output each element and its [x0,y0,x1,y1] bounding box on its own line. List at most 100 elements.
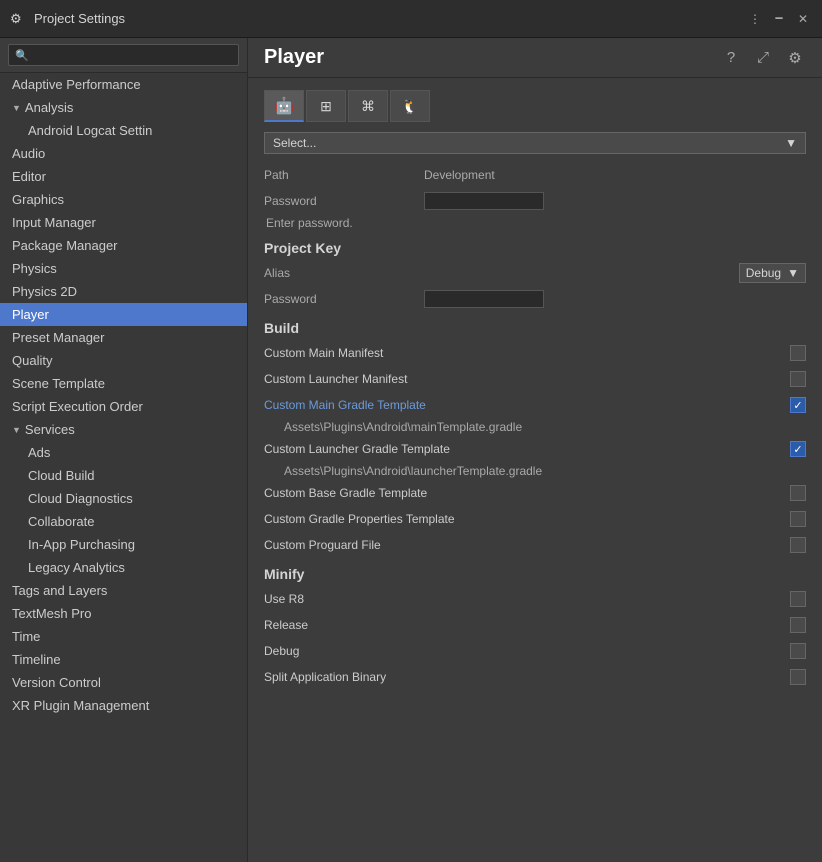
build-item-checkbox[interactable] [790,537,806,553]
select-row: Select... ▼ [264,132,806,154]
sidebar-list: Adaptive Performance ▼AnalysisAndroid Log… [0,73,247,862]
search-input-wrap[interactable]: 🔍 [8,44,239,66]
sidebar-item-physics-2d[interactable]: Physics 2D [0,280,247,303]
sidebar-item-label: Graphics [12,192,64,207]
sidebar-item-label: Editor [12,169,46,184]
platform-tab-android[interactable]: 🤖 [264,90,304,122]
sidebar-item-android-logcat[interactable]: Android Logcat Settin [0,119,247,142]
build-item-checkbox[interactable] [790,511,806,527]
sidebar-item-version-control[interactable]: Version Control [0,671,247,694]
sidebar-item-cloud-diagnostics[interactable]: Cloud Diagnostics [0,487,247,510]
build-item-label: Custom Base Gradle Template [264,486,790,500]
sidebar-item-label: In-App Purchasing [28,537,135,552]
sidebar-item-services[interactable]: ▼Services [0,418,247,441]
sidebar-item-label: Tags and Layers [12,583,107,598]
layout-icon[interactable]: ⤢ [752,47,774,69]
minify-item-row: Debug [264,640,806,662]
sidebar-item-label: Physics [12,261,57,276]
password-label: Password [264,194,424,208]
sidebar-item-cloud-build[interactable]: Cloud Build [0,464,247,487]
build-item-path: Assets\Plugins\Android\mainTemplate.grad… [264,420,806,434]
split-app-label: Split Application Binary [264,670,790,684]
linux-icon: 🐧 [401,98,418,115]
password2-input[interactable] [424,290,544,308]
build-item-label: Custom Proguard File [264,538,790,552]
minify-item-checkbox[interactable] [790,617,806,633]
build-item-checkbox[interactable] [790,485,806,501]
sidebar-item-player[interactable]: Player [0,303,247,326]
sidebar-item-label: Package Manager [12,238,118,253]
sidebar-item-label: Script Execution Order [12,399,143,414]
sidebar-item-label: Physics 2D [12,284,77,299]
sidebar-item-xr-plugin-management[interactable]: XR Plugin Management [0,694,247,717]
sidebar-item-in-app-purchasing[interactable]: In-App Purchasing [0,533,247,556]
password-row: Password [264,190,806,212]
platform-tab-linux[interactable]: 🐧 [390,90,430,122]
build-item-checkbox[interactable]: ✓ [790,397,806,413]
platform-tab-mac[interactable]: ⌘ [348,90,388,122]
header-icons: ? ⤢ ⚙ [720,47,806,69]
sidebar-item-package-manager[interactable]: Package Manager [0,234,247,257]
build-item-checkbox[interactable]: ✓ [790,441,806,457]
minify-items-container: Use R8ReleaseDebug [264,588,806,662]
sidebar-item-ads[interactable]: Ads [0,441,247,464]
build-item-checkbox[interactable] [790,371,806,387]
select-dropdown[interactable]: Select... ▼ [264,132,806,154]
app-icon: ⚙ [10,11,26,27]
build-item-label: Custom Gradle Properties Template [264,512,790,526]
build-item-label: Custom Launcher Manifest [264,372,790,386]
sidebar-item-editor[interactable]: Editor [0,165,247,188]
password2-label: Password [264,292,424,306]
minify-section: Minify [264,566,806,582]
sidebar-item-label: Time [12,629,40,644]
title-bar: ⚙ Project Settings ⋮ 🗕 ✕ [0,0,822,38]
sidebar-item-scene-template[interactable]: Scene Template [0,372,247,395]
search-input[interactable] [33,48,232,62]
close-icon[interactable]: ✕ [794,10,812,28]
split-app-binary-row: Split Application Binary [264,666,806,688]
sidebar-item-label: Cloud Build [28,468,95,483]
settings-gear-icon[interactable]: ⚙ [784,47,806,69]
help-icon[interactable]: ? [720,47,742,69]
build-item-checkbox[interactable] [790,345,806,361]
minify-item-checkbox[interactable] [790,591,806,607]
build-item-row: Custom Base Gradle Template [264,482,806,504]
build-item-row: Custom Launcher Gradle Template✓ [264,438,806,460]
minify-item-checkbox[interactable] [790,643,806,659]
sidebar-item-input-manager[interactable]: Input Manager [0,211,247,234]
sidebar-item-adaptive-performance[interactable]: Adaptive Performance [0,73,247,96]
sidebar-item-quality[interactable]: Quality [0,349,247,372]
sidebar-item-timeline[interactable]: Timeline [0,648,247,671]
password-input[interactable] [424,192,544,210]
sidebar-item-analysis[interactable]: ▼Analysis [0,96,247,119]
sidebar-item-collaborate[interactable]: Collaborate [0,510,247,533]
sidebar-item-graphics[interactable]: Graphics [0,188,247,211]
minimize-icon[interactable]: 🗕 [770,10,788,28]
sidebar-item-preset-manager[interactable]: Preset Manager [0,326,247,349]
build-item-path: Assets\Plugins\Android\launcherTemplate.… [264,464,806,478]
project-key-section: Project Key [264,240,806,256]
sidebar-item-audio[interactable]: Audio [0,142,247,165]
build-item-row: Custom Main Manifest [264,342,806,364]
sidebar-item-label: XR Plugin Management [12,698,149,713]
build-item-label: Custom Main Manifest [264,346,790,360]
sidebar-item-script-execution-order[interactable]: Script Execution Order [0,395,247,418]
build-item-row: Custom Launcher Manifest [264,368,806,390]
sidebar-item-time[interactable]: Time [0,625,247,648]
sidebar-item-label: Ads [28,445,50,460]
sidebar-item-tags-and-layers[interactable]: Tags and Layers [0,579,247,602]
build-item-label[interactable]: Custom Main Gradle Template [264,398,790,412]
split-app-checkbox[interactable] [790,669,806,685]
sidebar-item-physics[interactable]: Physics [0,257,247,280]
minify-item-row: Release [264,614,806,636]
more-options-icon[interactable]: ⋮ [746,10,764,28]
platform-tab-windows[interactable]: ⊞ [306,90,346,122]
triangle-icon: ▼ [12,103,21,113]
sidebar-item-label: Adaptive Performance [12,77,141,92]
windows-icon: ⊞ [320,98,332,115]
sidebar-item-textmesh-pro[interactable]: TextMesh Pro [0,602,247,625]
sidebar-item-legacy-analytics[interactable]: Legacy Analytics [0,556,247,579]
sidebar-item-label: Timeline [12,652,61,667]
alias-dropdown[interactable]: Debug ▼ [739,263,806,283]
minify-item-label: Release [264,618,790,632]
